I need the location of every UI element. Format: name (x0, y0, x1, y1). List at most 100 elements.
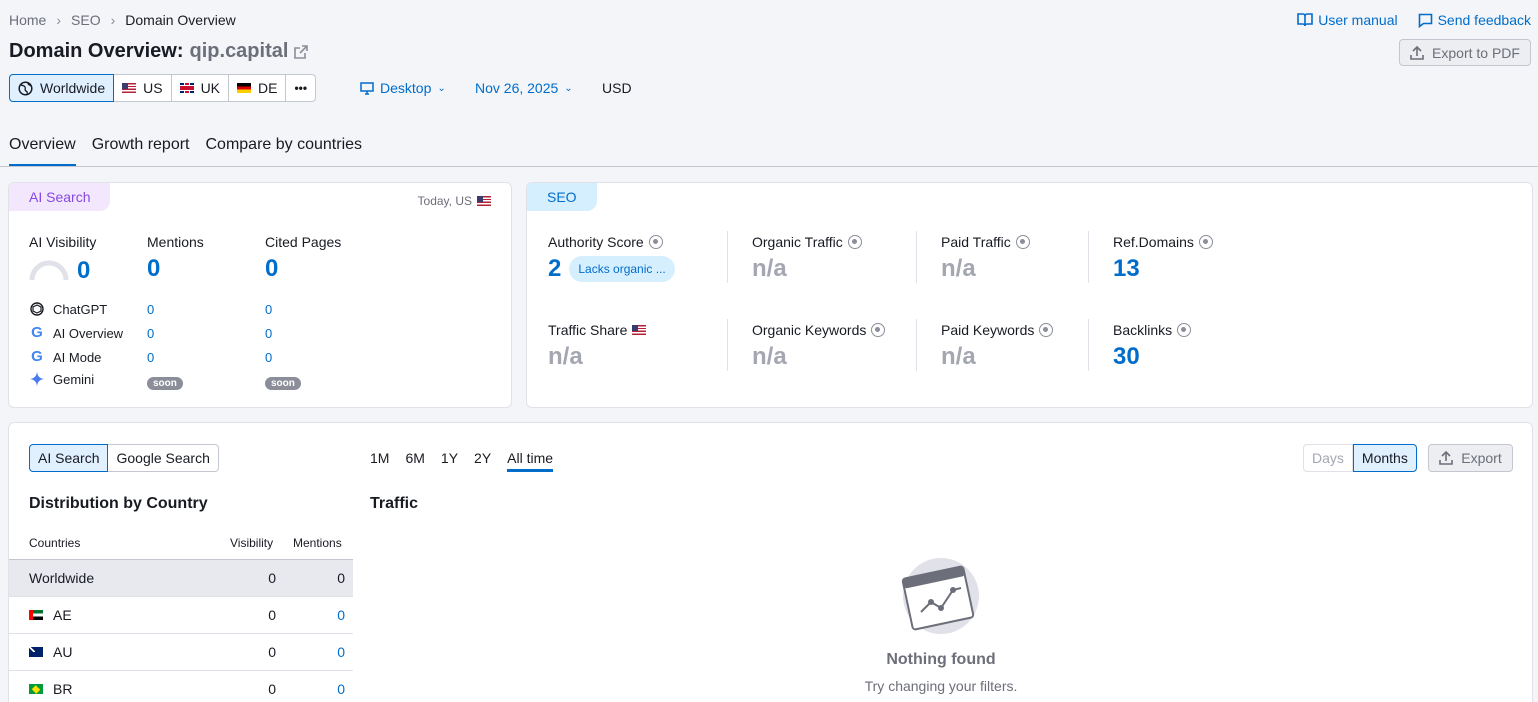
paid-traffic-text: Paid Traffic (941, 234, 1011, 250)
authority-score-text: Authority Score (548, 234, 644, 250)
ai-row-ai-overview: G AI Overview (29, 325, 123, 341)
row-country: Worldwide (29, 570, 95, 586)
traffic-share-value: n/a (548, 343, 583, 370)
info-icon[interactable] (1177, 323, 1192, 337)
table-row[interactable]: AE 0 0 (9, 597, 353, 634)
info-icon[interactable] (648, 235, 663, 249)
table-row[interactable]: BR 0 0 (9, 671, 353, 702)
info-icon[interactable] (847, 235, 862, 249)
external-link-icon[interactable] (294, 44, 309, 59)
ref-domains-text: Ref.Domains (1113, 234, 1194, 250)
device-filter[interactable]: Desktop ⌄ (360, 80, 446, 96)
ai-search-card: AI Search Today, US AI Visibility 0 Ment… (8, 182, 512, 408)
ref-domains-label: Ref.Domains (1113, 234, 1213, 250)
mentions-value[interactable]: 0 (147, 255, 160, 283)
organic-traffic-value: n/a (752, 255, 787, 282)
range-all-time[interactable]: All time (507, 450, 554, 472)
divider (916, 319, 917, 371)
date-filter[interactable]: Nov 26, 2025 ⌄ (475, 80, 573, 96)
info-icon[interactable] (1198, 235, 1213, 249)
authority-score-value[interactable]: 2 (548, 255, 561, 283)
info-icon[interactable] (871, 323, 886, 337)
domain-name[interactable]: qip.capital (190, 40, 289, 63)
divider (727, 319, 728, 371)
row-mentions[interactable]: 0 (337, 644, 345, 660)
authority-tag[interactable]: Lacks organic ... (569, 256, 675, 282)
us-flag-icon (122, 83, 137, 93)
chatgpt-cited[interactable]: 0 (265, 302, 272, 317)
ai-mode-mentions[interactable]: 0 (147, 350, 154, 365)
row-country: AE (29, 607, 72, 623)
row-country-label: BR (53, 681, 73, 697)
export-pdf-button[interactable]: Export to PDF (1399, 39, 1531, 66)
tab-growth-report[interactable]: Growth report (92, 136, 190, 167)
de-flag-icon (237, 83, 252, 93)
row-country-label: AU (53, 644, 73, 660)
organic-traffic-label: Organic Traffic (752, 234, 862, 250)
breadcrumb-seo[interactable]: SEO (71, 12, 101, 28)
ai-overview-mentions[interactable]: 0 (147, 326, 154, 341)
distribution-title: Distribution by Country (29, 495, 208, 512)
breadcrumb-home[interactable]: Home (9, 12, 46, 28)
table-row[interactable]: AU 0 0 (9, 634, 353, 671)
db-de-button[interactable]: DE (229, 74, 287, 102)
page-title: Domain Overview: qip.capital (9, 40, 309, 63)
seo-card: SEO Authority Score 2 Lacks organic ... … (526, 182, 1533, 408)
send-feedback-label: Send feedback (1437, 12, 1531, 28)
db-worldwide-label: Worldwide (40, 80, 106, 96)
organic-keywords-label: Organic Keywords (752, 322, 886, 338)
col-mentions: Mentions (293, 536, 342, 550)
backlinks-value[interactable]: 30 (1113, 343, 1140, 371)
ai-overview-cited[interactable]: 0 (265, 326, 272, 341)
col-visibility: Visibility (230, 536, 274, 550)
organic-keywords-value: n/a (752, 343, 787, 370)
send-feedback-link[interactable]: Send feedback (1418, 12, 1531, 28)
tab-overview[interactable]: Overview (9, 136, 76, 167)
row-visibility: 0 (268, 607, 276, 623)
breadcrumb-current: Domain Overview (125, 12, 236, 28)
tab-compare-by-countries[interactable]: Compare by countries (206, 136, 363, 167)
chevron-right-icon: › (110, 12, 116, 28)
toggle-days[interactable]: Days (1303, 444, 1353, 472)
range-1y[interactable]: 1Y (441, 450, 458, 472)
row-visibility: 0 (268, 681, 276, 697)
db-us-button[interactable]: US (114, 74, 172, 102)
db-worldwide-button[interactable]: Worldwide (9, 74, 115, 102)
gauge-icon (29, 260, 69, 281)
info-icon[interactable] (1015, 235, 1030, 249)
toggle-google-search[interactable]: Google Search (108, 444, 219, 472)
row-country-label: AE (53, 607, 72, 623)
cited-pages-value[interactable]: 0 (265, 255, 278, 283)
organic-traffic-text: Organic Traffic (752, 234, 843, 250)
toggle-months[interactable]: Months (1352, 444, 1417, 472)
device-label: Desktop (380, 80, 432, 96)
br-flag-icon (29, 684, 43, 694)
export-button[interactable]: Export (1428, 444, 1513, 472)
chatgpt-mentions[interactable]: 0 (147, 302, 154, 317)
ai-row-chatgpt: ChatGPT (29, 301, 107, 317)
db-uk-label: UK (200, 80, 221, 96)
col-countries: Countries (29, 536, 81, 550)
granularity-toggle: Days Months (1303, 444, 1417, 472)
ai-visibility-value[interactable]: 0 (77, 257, 90, 285)
table-row[interactable]: Worldwide 0 0 (9, 560, 353, 597)
ai-mode-cited[interactable]: 0 (265, 350, 272, 365)
ai-scope: Today, US (418, 194, 491, 208)
toggle-ai-search[interactable]: AI Search (29, 444, 109, 472)
db-more-button[interactable]: ••• (286, 74, 317, 102)
ai-row-gemini: Gemini (29, 371, 94, 387)
db-uk-button[interactable]: UK (171, 74, 230, 102)
range-6m[interactable]: 6M (405, 450, 424, 472)
empty-state-subtitle: Try changing your filters. (864, 678, 1018, 694)
user-manual-link[interactable]: User manual (1297, 12, 1398, 28)
row-mentions[interactable]: 0 (337, 607, 345, 623)
range-2y[interactable]: 2Y (474, 450, 491, 472)
gemini-icon (29, 371, 45, 387)
currency-label: USD (602, 80, 632, 96)
ref-domains-value[interactable]: 13 (1113, 255, 1140, 283)
info-icon[interactable] (1039, 323, 1054, 337)
row-mentions[interactable]: 0 (337, 681, 345, 697)
range-1m[interactable]: 1M (370, 450, 389, 472)
google-icon: G (31, 348, 43, 365)
organic-keywords-text: Organic Keywords (752, 322, 867, 338)
